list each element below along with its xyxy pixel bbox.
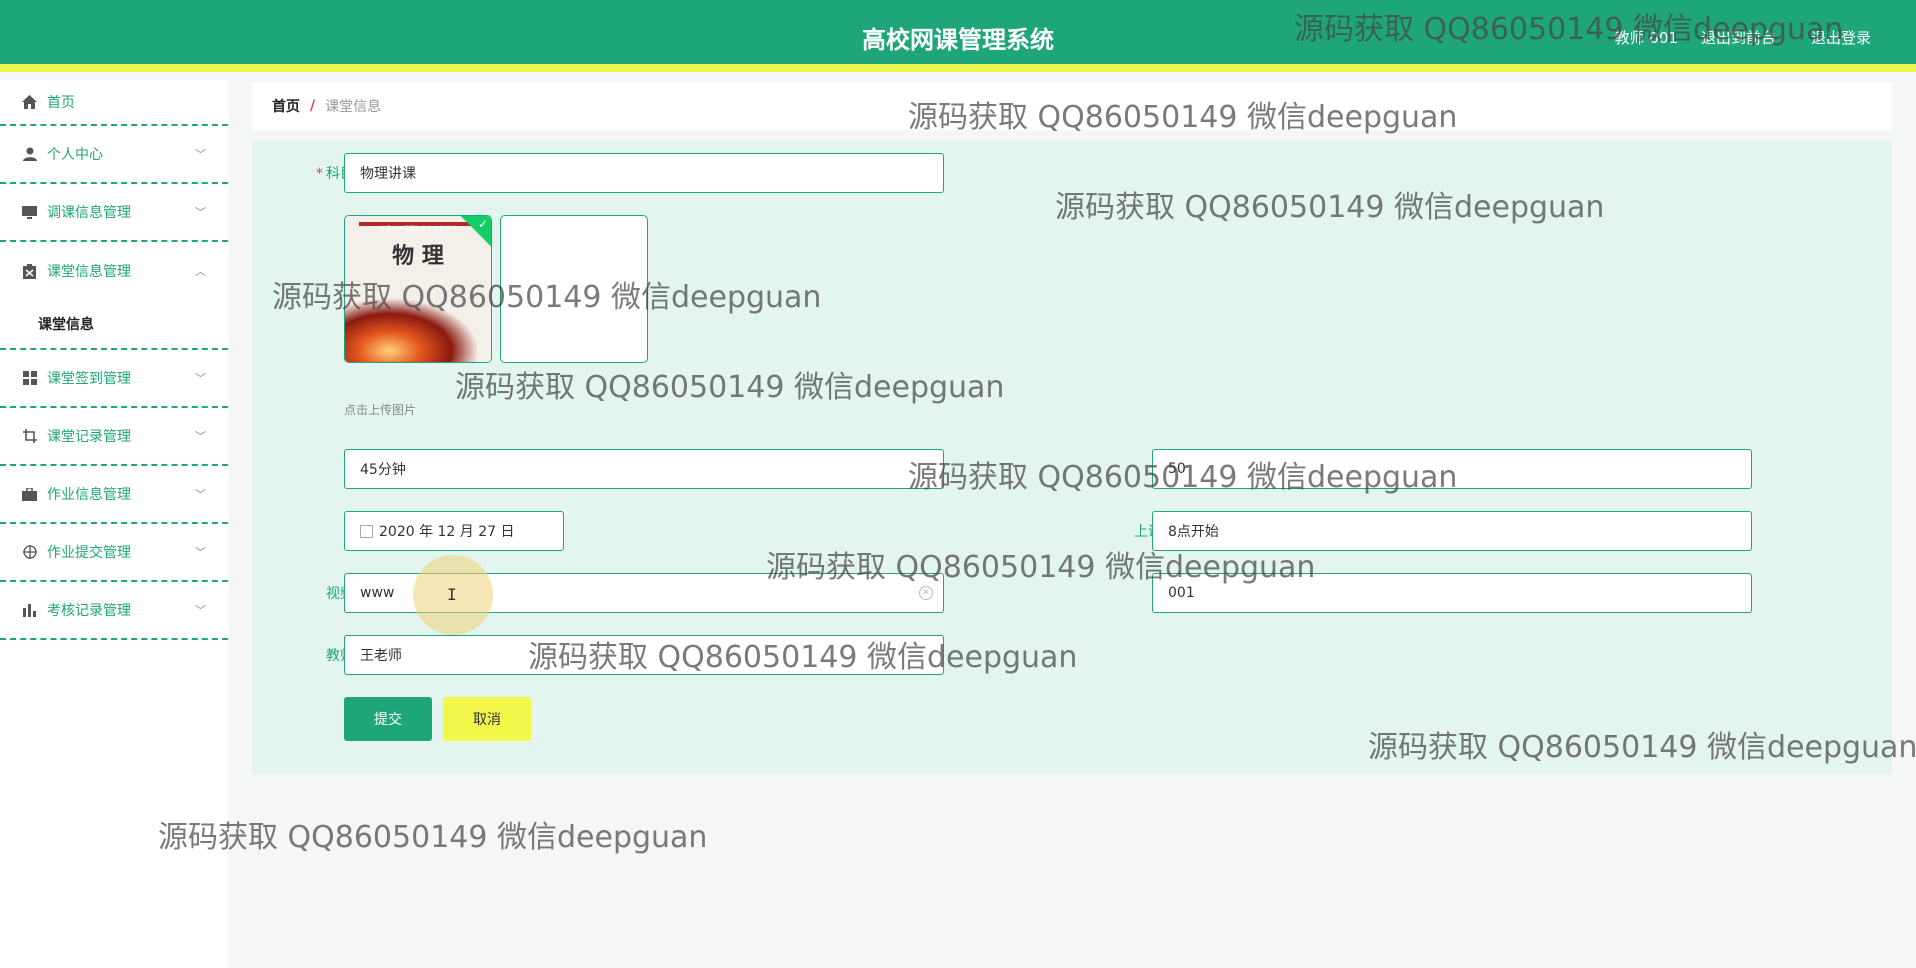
chevron-up-icon: ︿ <box>195 265 206 278</box>
date-picker[interactable]: 2020 年 12 月 27 日 <box>344 511 564 551</box>
sidebar: 首页 个人中心 ﹀ 调课信息管理 ﹀ 课堂信息管理 ︿ 课堂信息 课堂签到管理 … <box>0 80 228 968</box>
sidebar-item-checkin[interactable]: 课堂签到管理 ﹀ <box>0 350 228 408</box>
monitor-icon <box>22 205 37 220</box>
sidebar-item-reschedule[interactable]: 调课信息管理 ﹀ <box>0 184 228 242</box>
sidebar-item-label: 考核记录管理 <box>47 603 131 619</box>
clear-icon[interactable]: ✕ <box>919 586 933 600</box>
current-user: 教师 001 <box>1614 29 1678 47</box>
briefcase-icon <box>22 487 37 502</box>
sidebar-item-home[interactable]: 首页 <box>0 80 228 126</box>
sidebar-item-label: 作业提交管理 <box>47 545 131 561</box>
watermark: 源码获取 QQ86050149 微信deepguan <box>158 820 708 855</box>
back-to-front-link[interactable]: 退出到前台 <box>1701 27 1776 48</box>
top-header: 高校网课管理系统 教师 001 退出到前台 退出登录 <box>0 0 1916 72</box>
sidebar-item-homework[interactable]: 作业信息管理 ﹀ <box>0 466 228 524</box>
chevron-down-icon: ﹀ <box>195 206 206 219</box>
sidebar-item-label: 个人中心 <box>47 147 103 163</box>
sidebar-item-profile[interactable]: 个人中心 ﹀ <box>0 126 228 184</box>
sidebar-subitem-class-info[interactable]: 课堂信息 <box>0 300 228 350</box>
home-icon <box>22 95 37 110</box>
breadcrumb-home[interactable]: 首页 <box>272 96 300 116</box>
sidebar-item-class-info[interactable]: 课堂信息管理 ︿ <box>0 242 228 300</box>
chevron-down-icon: ﹀ <box>195 430 206 443</box>
chevron-down-icon: ﹀ <box>195 372 206 385</box>
submit-button[interactable]: 提交 <box>344 697 432 741</box>
sidebar-item-label: 课堂记录管理 <box>47 429 131 445</box>
sidebar-item-submissions[interactable]: 作业提交管理 ﹀ <box>0 524 228 582</box>
bar-chart-icon <box>22 603 37 618</box>
chevron-down-icon: ﹀ <box>195 546 206 559</box>
book-title: 物 理 <box>392 243 444 269</box>
sidebar-item-label: 首页 <box>47 95 75 111</box>
sidebar-item-label: 作业信息管理 <box>47 487 131 503</box>
sidebar-item-label: 课堂信息管理 <box>47 264 131 280</box>
clipboard-icon <box>22 263 37 279</box>
logout-link[interactable]: 退出登录 <box>1811 27 1871 48</box>
target-icon <box>22 545 37 560</box>
edit-form: *科目名称 物理讲课 物 理 普通高中课程标准实验教科书 ✓ 点击上传图片 时长… <box>252 141 1892 774</box>
sidebar-item-label: 调课信息管理 <box>47 205 131 221</box>
text-cursor-icon: I <box>447 585 457 604</box>
crop-icon <box>22 429 37 444</box>
chevron-down-icon: ﹀ <box>195 148 206 161</box>
chevron-down-icon: ﹀ <box>195 488 206 501</box>
chevron-down-icon: ﹀ <box>195 604 206 617</box>
uploaded-image-thumbnail[interactable]: 物 理 普通高中课程标准实验教科书 ✓ <box>344 215 492 363</box>
count-input[interactable]: 50 <box>1152 449 1752 489</box>
user-icon <box>22 147 37 162</box>
check-icon: ✓ <box>477 217 488 231</box>
teacher-name-input[interactable]: 王老师 <box>344 635 944 675</box>
breadcrumb-separator: / <box>310 98 316 114</box>
breadcrumb: 首页 / 课堂信息 <box>252 82 1892 130</box>
subject-input[interactable]: 物理讲课 <box>344 153 944 193</box>
calendar-icon <box>360 524 373 538</box>
breadcrumb-current: 课堂信息 <box>325 99 382 115</box>
sidebar-item-label: 课堂签到管理 <box>47 371 131 387</box>
sidebar-item-assessment[interactable]: 考核记录管理 ﹀ <box>0 582 228 640</box>
sidebar-item-records[interactable]: 课堂记录管理 ﹀ <box>0 408 228 466</box>
start-time-input[interactable]: 8点开始 <box>1152 511 1752 551</box>
job-no-input[interactable]: 001 <box>1152 573 1752 613</box>
cancel-button[interactable]: 取消 <box>443 697 531 741</box>
duration-input[interactable]: 45分钟 <box>344 449 944 489</box>
upload-tip: 点击上传图片 <box>344 403 417 417</box>
grid-icon <box>22 371 37 386</box>
upload-add-slot[interactable] <box>500 215 648 363</box>
